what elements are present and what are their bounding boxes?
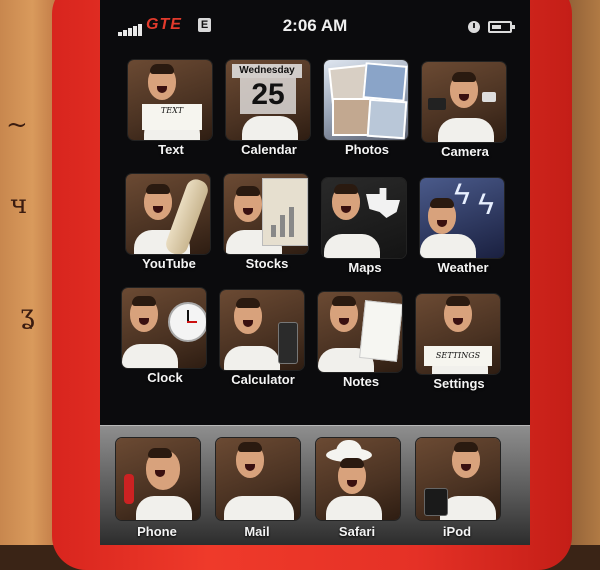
app-maps[interactable]: Maps (320, 178, 410, 288)
app-label: Notes (342, 374, 380, 389)
calendar-app-icon: Wednesday 25 (226, 60, 310, 140)
camera-app-icon (422, 62, 506, 142)
settings-sign: SETTINGS (424, 346, 492, 366)
app-camera[interactable]: Camera (420, 62, 510, 172)
stocks-app-icon (224, 174, 308, 254)
wall-clock-icon (168, 302, 206, 342)
app-calculator[interactable]: Calculator (218, 290, 308, 400)
app-label: Weather (437, 260, 489, 275)
dock: Phone Mail Safari iPod (100, 425, 530, 545)
alarm-clock-icon (468, 21, 480, 33)
dock-app-mail[interactable]: Mail (212, 434, 304, 544)
calendar-day: Wednesday (232, 64, 302, 78)
app-calendar[interactable]: Wednesday 25 Calendar (224, 60, 314, 170)
dock-app-ipod[interactable]: iPod (412, 434, 504, 544)
dock-app-phone[interactable]: Phone (112, 434, 204, 544)
marker-scribble: ʓ (20, 300, 35, 330)
app-weather[interactable]: ϟ ϟ Weather (418, 178, 508, 288)
phone-screen: GTE E 2:06 AM TEXT Text Wednesday 25 Cal… (100, 0, 530, 545)
app-label: Text (158, 142, 184, 157)
battery-icon (488, 21, 515, 33)
text-sign: TEXT (142, 104, 202, 130)
app-label: Stocks (245, 256, 289, 271)
app-label: Clock (147, 370, 183, 385)
ipod-app-icon (416, 438, 500, 520)
app-stocks[interactable]: Stocks (222, 174, 312, 284)
dock-label: Phone (137, 524, 177, 539)
status-bar: GTE E 2:06 AM (100, 8, 530, 42)
marker-scribble: ч (10, 190, 28, 220)
lightning-icon: ϟ (454, 178, 470, 211)
calculator-app-icon (220, 290, 304, 370)
youtube-app-icon (126, 174, 210, 254)
app-label: YouTube (142, 256, 196, 271)
app-settings[interactable]: SETTINGS Settings (414, 294, 504, 404)
app-label: Calendar (241, 142, 297, 157)
weather-app-icon: ϟ ϟ (420, 178, 504, 258)
app-notes[interactable]: Notes (316, 292, 406, 402)
app-label: Photos (344, 142, 390, 157)
safari-app-icon (316, 438, 400, 520)
dock-label: Safari (338, 524, 376, 539)
text-app-icon: TEXT (128, 60, 212, 140)
settings-app-icon: SETTINGS (416, 294, 500, 374)
mail-app-icon (216, 438, 300, 520)
phone-app-icon (116, 438, 200, 520)
status-time: 2:06 AM (282, 16, 348, 35)
app-label: Camera (441, 144, 489, 159)
clock-app-icon (122, 288, 206, 368)
calendar-date: 25 (240, 78, 296, 114)
app-youtube[interactable]: YouTube (124, 174, 214, 284)
app-text[interactable]: TEXT Text (126, 60, 216, 170)
notes-app-icon (318, 292, 402, 372)
dock-label: iPod (442, 524, 472, 539)
dock-label: Mail (244, 524, 270, 539)
lightning-icon: ϟ (478, 188, 494, 221)
photos-app-icon (324, 60, 408, 140)
dock-app-safari[interactable]: Safari (312, 434, 404, 544)
maps-app-icon (322, 178, 406, 258)
app-label: Settings (433, 376, 485, 391)
app-label: Maps (348, 260, 382, 275)
app-label: Calculator (231, 372, 295, 387)
app-clock[interactable]: Clock (120, 288, 210, 398)
marker-scribble: ~ (6, 110, 28, 140)
app-photos[interactable]: Photos (322, 60, 412, 170)
